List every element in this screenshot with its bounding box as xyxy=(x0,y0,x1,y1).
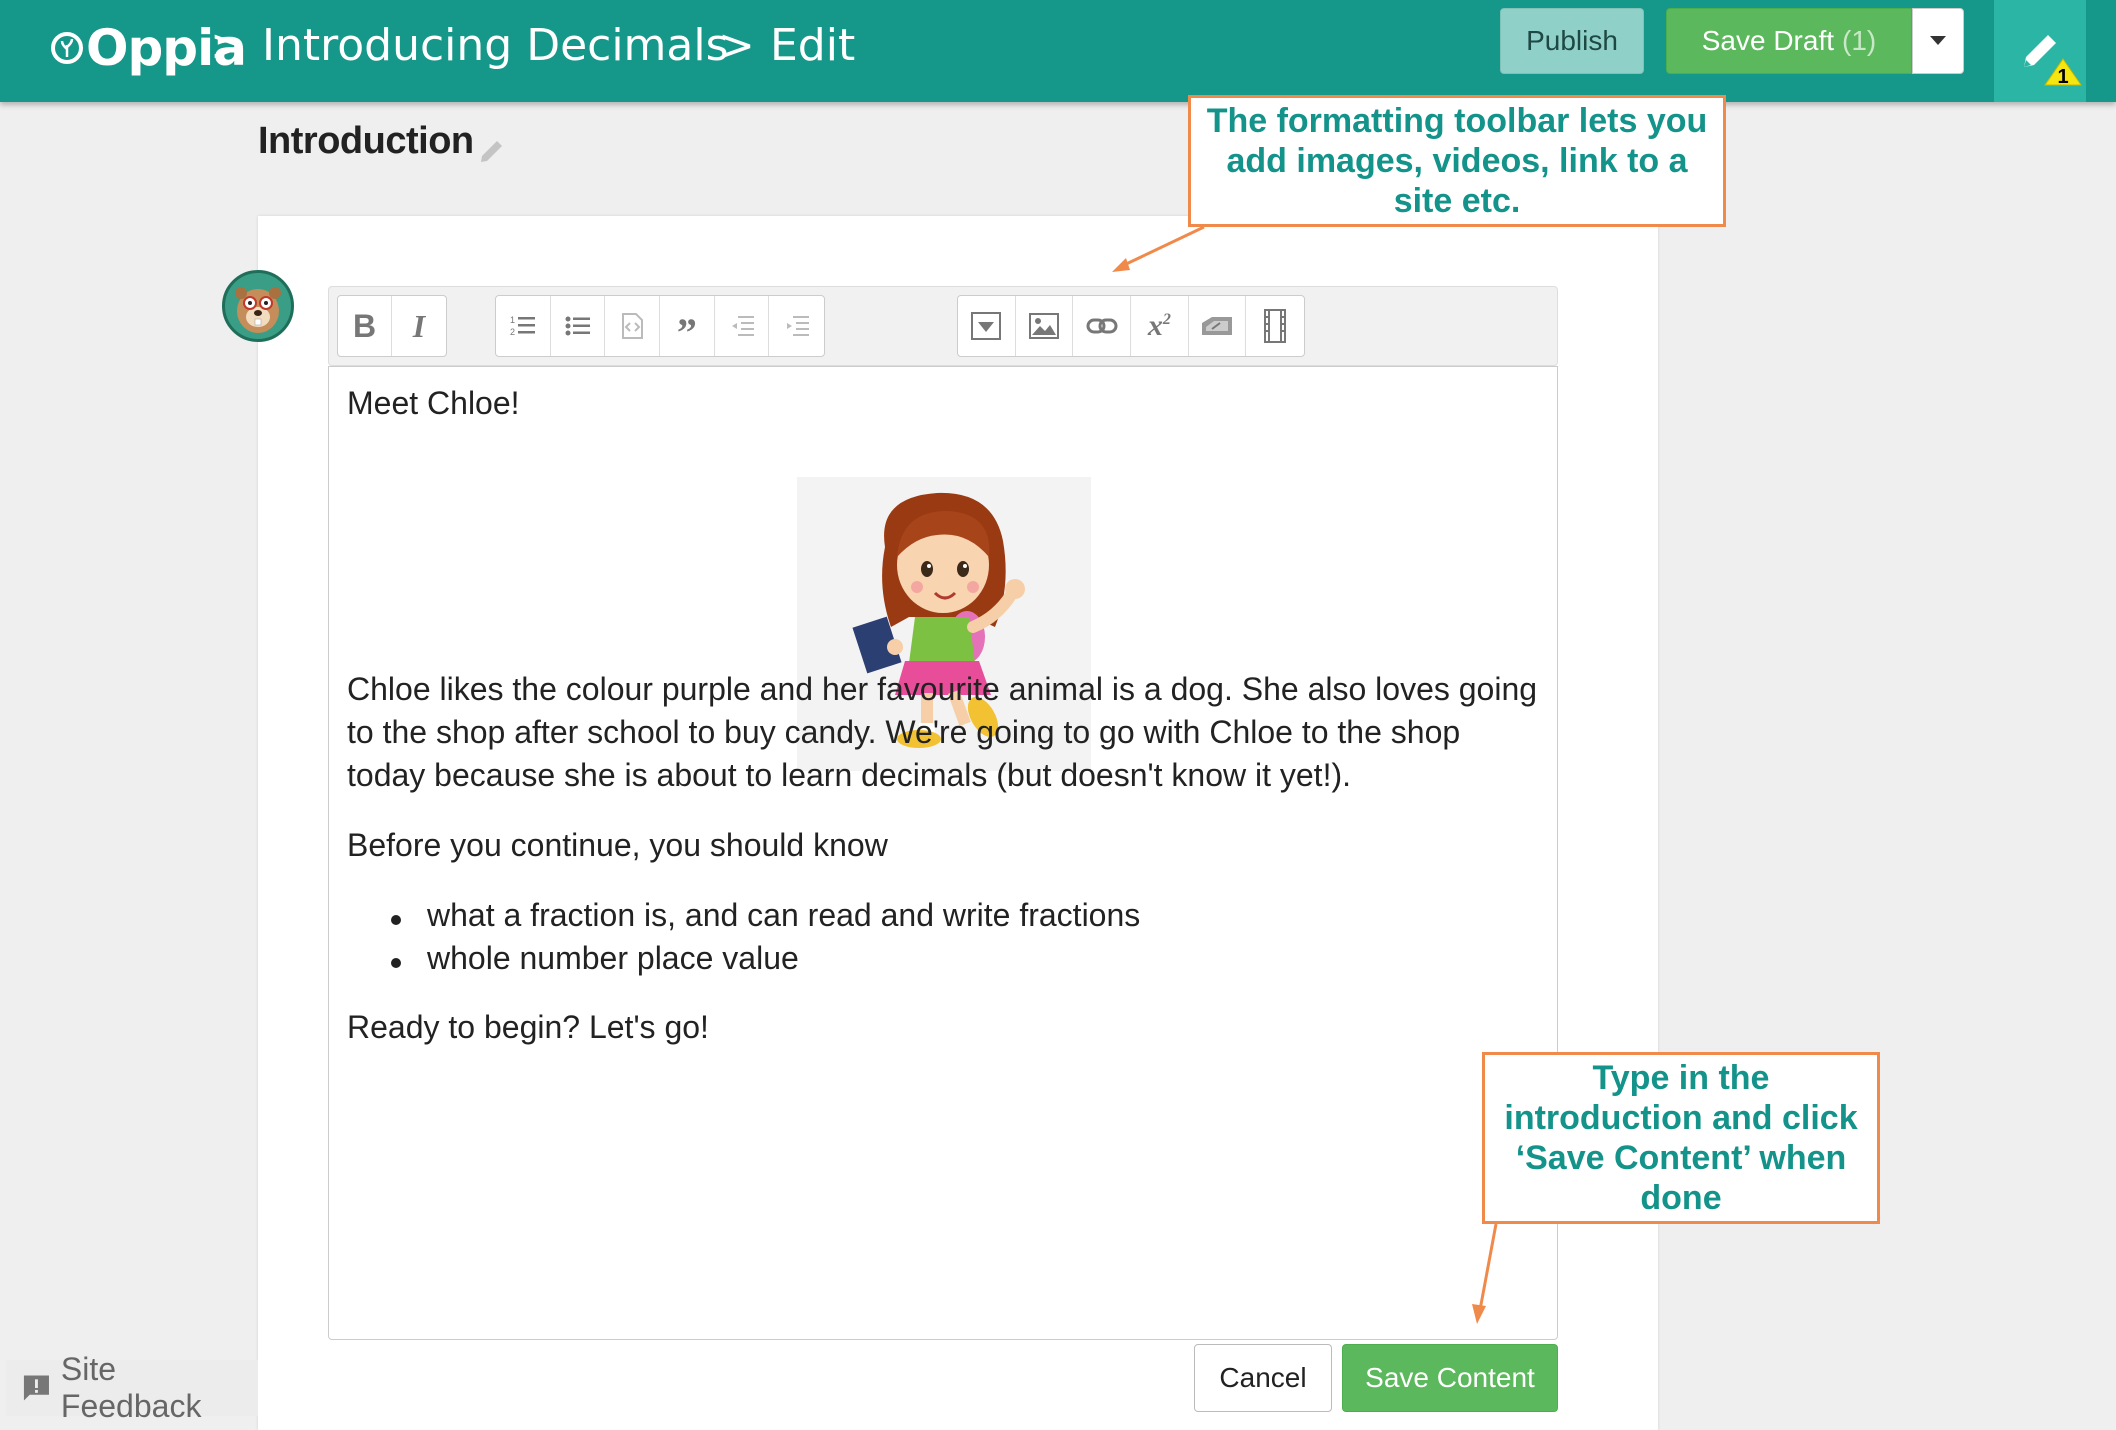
video-icon xyxy=(1264,309,1287,343)
save-draft-dropdown-button[interactable] xyxy=(1912,8,1964,74)
top-navigation-bar: Oppia > Introducing Decimals > Edit Publ… xyxy=(0,0,2116,102)
save-annotation-callout: Type in the introduction and click ‘Save… xyxy=(1482,1052,1880,1224)
cancel-button[interactable]: Cancel xyxy=(1194,1344,1332,1412)
publish-label: Publish xyxy=(1526,25,1618,56)
paragraph-line-2: to the shop after school to buy candy. W… xyxy=(347,714,1461,750)
prerequisites-intro: Before you continue, you should know xyxy=(347,827,888,863)
math-formula-button[interactable]: x2 xyxy=(1131,296,1189,356)
caret-down-icon xyxy=(1930,36,1946,45)
editor-tab[interactable]: 1 xyxy=(1994,0,2086,102)
rich-text-editor[interactable]: Meet Chloe! Chloe likes the colour purpl… xyxy=(328,366,1558,1340)
bullet-dot xyxy=(391,915,401,925)
indent-icon xyxy=(786,316,809,336)
warning-icon: 1 xyxy=(2044,58,2082,86)
page-mode-label: Edit xyxy=(770,20,856,71)
italic-button[interactable]: I xyxy=(392,296,446,356)
bullet-dot xyxy=(391,958,401,968)
image-button[interactable] xyxy=(1016,296,1074,356)
feedback-icon xyxy=(23,1375,49,1401)
numbered-list-button[interactable]: 1 2 xyxy=(496,296,551,356)
bulleted-list-icon xyxy=(565,316,590,336)
toolbar-annotation-text: The formatting toolbar lets you add imag… xyxy=(1206,102,1708,220)
image-icon xyxy=(1029,313,1059,339)
save-draft-label: Save Draft xyxy=(1701,25,1835,56)
breadcrumb-separator: > xyxy=(718,20,755,71)
save-draft-button[interactable]: Save Draft (1) xyxy=(1666,8,1912,74)
indent-button[interactable] xyxy=(769,296,824,356)
beaver-avatar-icon xyxy=(225,273,291,339)
outdent-icon xyxy=(731,316,754,336)
bulleted-list-button[interactable] xyxy=(551,296,606,356)
save-draft-count: (1) xyxy=(1842,25,1877,56)
toolbar-group-block: 1 2 ” xyxy=(495,295,825,357)
site-feedback-button[interactable]: Site Feedback xyxy=(6,1351,258,1424)
toolbar-annotation-callout: The formatting toolbar lets you add imag… xyxy=(1188,95,1726,227)
outdent-button[interactable] xyxy=(715,296,770,356)
toolbar-group-text: B I xyxy=(337,295,447,357)
avatar xyxy=(222,270,294,342)
save-content-button[interactable]: Save Content xyxy=(1342,1344,1558,1412)
blockquote-button[interactable]: ” xyxy=(660,296,715,356)
svg-text:2: 2 xyxy=(510,327,515,337)
warning-count: 1 xyxy=(2057,66,2068,86)
toolbar-group-rich-components: x2 xyxy=(957,295,1305,357)
code-icon xyxy=(622,313,644,339)
link-icon xyxy=(1086,318,1118,334)
edit-state-name-icon[interactable] xyxy=(478,137,506,165)
tabs-button[interactable] xyxy=(1189,296,1247,356)
math-icon: x2 xyxy=(1147,309,1171,342)
quote-icon: ” xyxy=(676,310,697,355)
state-name-heading: Introduction xyxy=(258,120,474,162)
collapsible-icon xyxy=(971,312,1002,340)
list-item: whole number place value xyxy=(427,940,799,976)
video-button[interactable] xyxy=(1246,296,1304,356)
list-item: what a fraction is, and can read and wri… xyxy=(427,897,1141,933)
italic-icon: I xyxy=(412,307,426,344)
link-button[interactable] xyxy=(1073,296,1132,356)
closing-line: Ready to begin? Let's go! xyxy=(347,1009,709,1045)
save-annotation-text: Type in the introduction and click ‘Save… xyxy=(1504,1059,1858,1217)
save-content-label: Save Content xyxy=(1365,1362,1535,1393)
cancel-label: Cancel xyxy=(1219,1362,1307,1393)
bold-button[interactable]: B xyxy=(338,296,392,356)
svg-text:1: 1 xyxy=(510,315,515,325)
collapsible-button[interactable] xyxy=(958,296,1016,356)
bold-icon: B xyxy=(352,307,377,344)
paragraph-line-3: today because she is about to learn deci… xyxy=(347,757,1351,793)
tabs-icon xyxy=(1202,317,1233,335)
paragraph-line-1: Chloe likes the colour purple and her fa… xyxy=(347,671,1538,707)
breadcrumb-separator: > xyxy=(210,20,247,71)
site-feedback-label: Site Feedback xyxy=(60,1351,202,1424)
publish-button[interactable]: Publish xyxy=(1500,8,1644,74)
exploration-title[interactable]: Introducing Decimals xyxy=(262,14,729,78)
code-block-button[interactable] xyxy=(605,296,661,356)
editor-greeting: Meet Chloe! xyxy=(347,385,520,421)
numbered-list-icon: 1 2 xyxy=(510,315,535,337)
formatting-toolbar: B I 1 2 ” x2 xyxy=(328,286,1558,366)
